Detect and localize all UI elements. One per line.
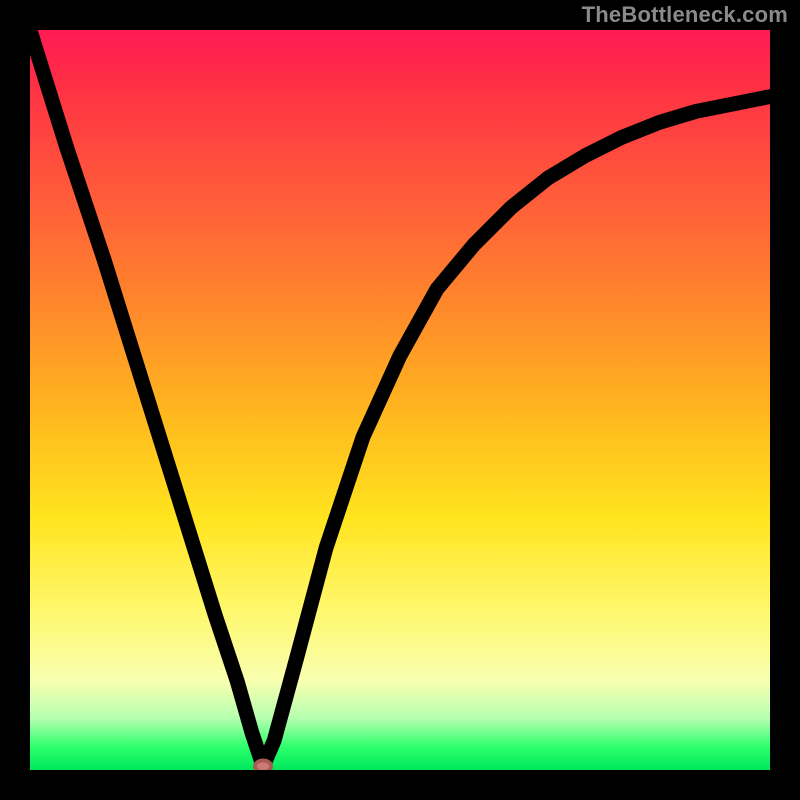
chart-frame: TheBottleneck.com (0, 0, 800, 800)
dip-marker (255, 760, 271, 770)
bottleneck-curve (30, 30, 770, 766)
curve-layer (30, 30, 770, 770)
plot-area (30, 30, 770, 770)
watermark-text: TheBottleneck.com (582, 2, 788, 28)
